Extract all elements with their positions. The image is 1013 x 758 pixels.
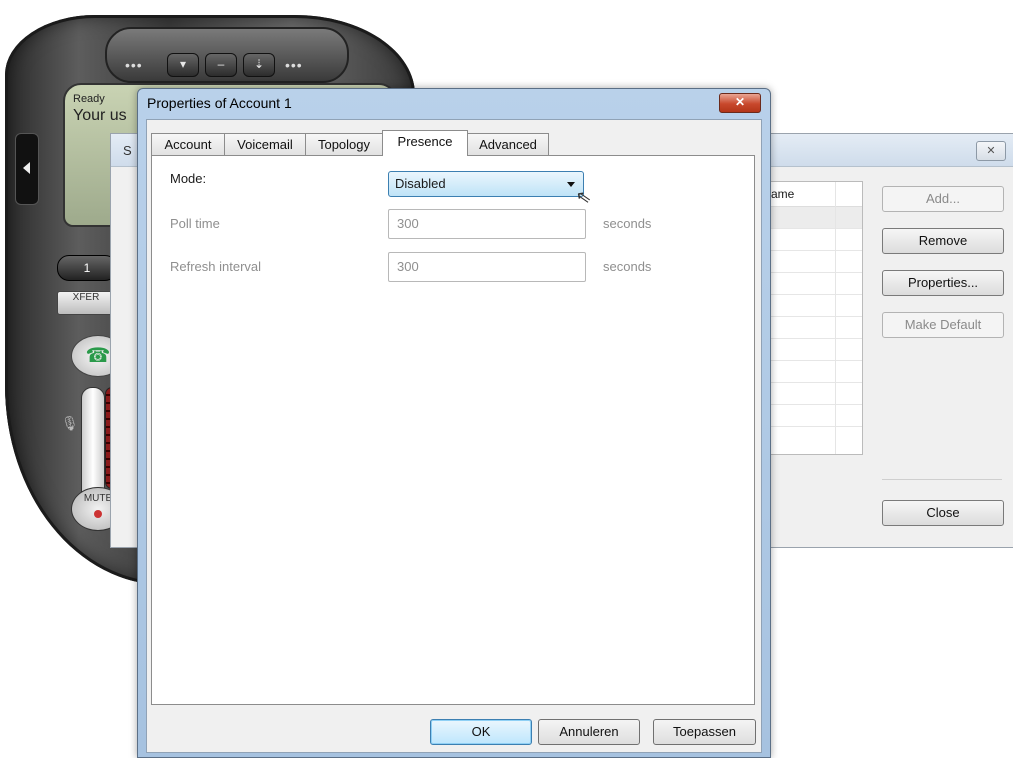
tab-voicemail[interactable]: Voicemail bbox=[224, 133, 306, 155]
phone-dots-right-icon: ••• bbox=[285, 57, 303, 73]
accounts-list[interactable]: ame bbox=[766, 181, 863, 455]
accounts-list-header: ame bbox=[767, 182, 862, 454]
presence-panel: Mode: Disabled ⇖ Poll time 300 seconds R… bbox=[151, 155, 755, 705]
tab-presence[interactable]: Presence bbox=[382, 130, 468, 156]
refresh-interval-field[interactable]: 300 bbox=[388, 252, 586, 282]
accounts-close-icon[interactable]: ✕ bbox=[976, 141, 1006, 161]
phone-xfer-button[interactable]: XFER bbox=[57, 291, 115, 315]
make-default-button[interactable]: Make Default bbox=[882, 312, 1004, 338]
mute-label: MUTE bbox=[83, 493, 113, 504]
column-header-name[interactable]: ame bbox=[771, 187, 794, 201]
apply-button[interactable]: Toepassen bbox=[653, 719, 756, 745]
microphone-icon: 🎙 bbox=[61, 415, 79, 431]
mode-select[interactable]: Disabled bbox=[388, 171, 584, 197]
accounts-divider bbox=[882, 479, 1002, 480]
account-properties-button[interactable]: Properties... bbox=[882, 270, 1004, 296]
account-properties-dialog: Properties of Account 1 ✕ Account Voicem… bbox=[137, 88, 771, 758]
mode-label: Mode: bbox=[170, 171, 207, 186]
ok-button[interactable]: OK bbox=[430, 719, 532, 745]
accounts-title: S bbox=[123, 143, 132, 158]
phone-menu-button[interactable]: ▾ bbox=[167, 53, 199, 77]
poll-time-label: Poll time bbox=[170, 216, 220, 231]
list-item[interactable] bbox=[767, 273, 862, 295]
phone-status-text: Ready bbox=[73, 93, 105, 105]
refresh-interval-label: Refresh interval bbox=[170, 259, 262, 274]
dialog-title: Properties of Account 1 bbox=[147, 95, 292, 111]
phone-minimize-button[interactable]: – bbox=[205, 53, 237, 77]
column-divider bbox=[835, 182, 836, 454]
cancel-button[interactable]: Annuleren bbox=[538, 719, 640, 745]
phone-user-text: Your us bbox=[73, 107, 127, 124]
list-item[interactable] bbox=[767, 405, 862, 427]
list-item[interactable] bbox=[767, 295, 862, 317]
phone-collapse-tab[interactable] bbox=[15, 133, 39, 205]
dialog-close-icon[interactable]: ✕ bbox=[719, 93, 761, 113]
arrow-left-icon bbox=[23, 162, 30, 174]
list-item[interactable] bbox=[767, 251, 862, 273]
poll-time-unit: seconds bbox=[603, 216, 652, 231]
phone-dots-left-icon: ••• bbox=[125, 57, 143, 73]
list-item[interactable] bbox=[767, 339, 862, 361]
tab-advanced[interactable]: Advanced bbox=[467, 133, 549, 155]
list-item[interactable] bbox=[767, 229, 862, 251]
accounts-close-button[interactable]: Close bbox=[882, 500, 1004, 526]
mode-select-value: Disabled bbox=[395, 176, 446, 191]
mouse-cursor-icon: ⇖ bbox=[574, 185, 593, 209]
refresh-interval-unit: seconds bbox=[603, 259, 652, 274]
dialog-body: Account Voicemail Topology Presence Adva… bbox=[146, 119, 762, 753]
poll-time-field[interactable]: 300 bbox=[388, 209, 586, 239]
chevron-down-icon bbox=[567, 182, 575, 187]
list-item[interactable] bbox=[767, 317, 862, 339]
remove-account-button[interactable]: Remove bbox=[882, 228, 1004, 254]
add-account-button[interactable]: Add... bbox=[882, 186, 1004, 212]
phone-top-bar: ••• ▾ – ⇣ ••• bbox=[105, 27, 349, 83]
list-item[interactable] bbox=[767, 207, 862, 229]
list-item[interactable] bbox=[767, 361, 862, 383]
tab-topology[interactable]: Topology bbox=[305, 133, 383, 155]
list-item[interactable] bbox=[767, 383, 862, 405]
mute-led-icon bbox=[94, 510, 102, 518]
tab-account[interactable]: Account bbox=[151, 133, 225, 155]
phone-tray-button[interactable]: ⇣ bbox=[243, 53, 275, 77]
phone-line-1-button[interactable]: 1 bbox=[57, 255, 117, 281]
